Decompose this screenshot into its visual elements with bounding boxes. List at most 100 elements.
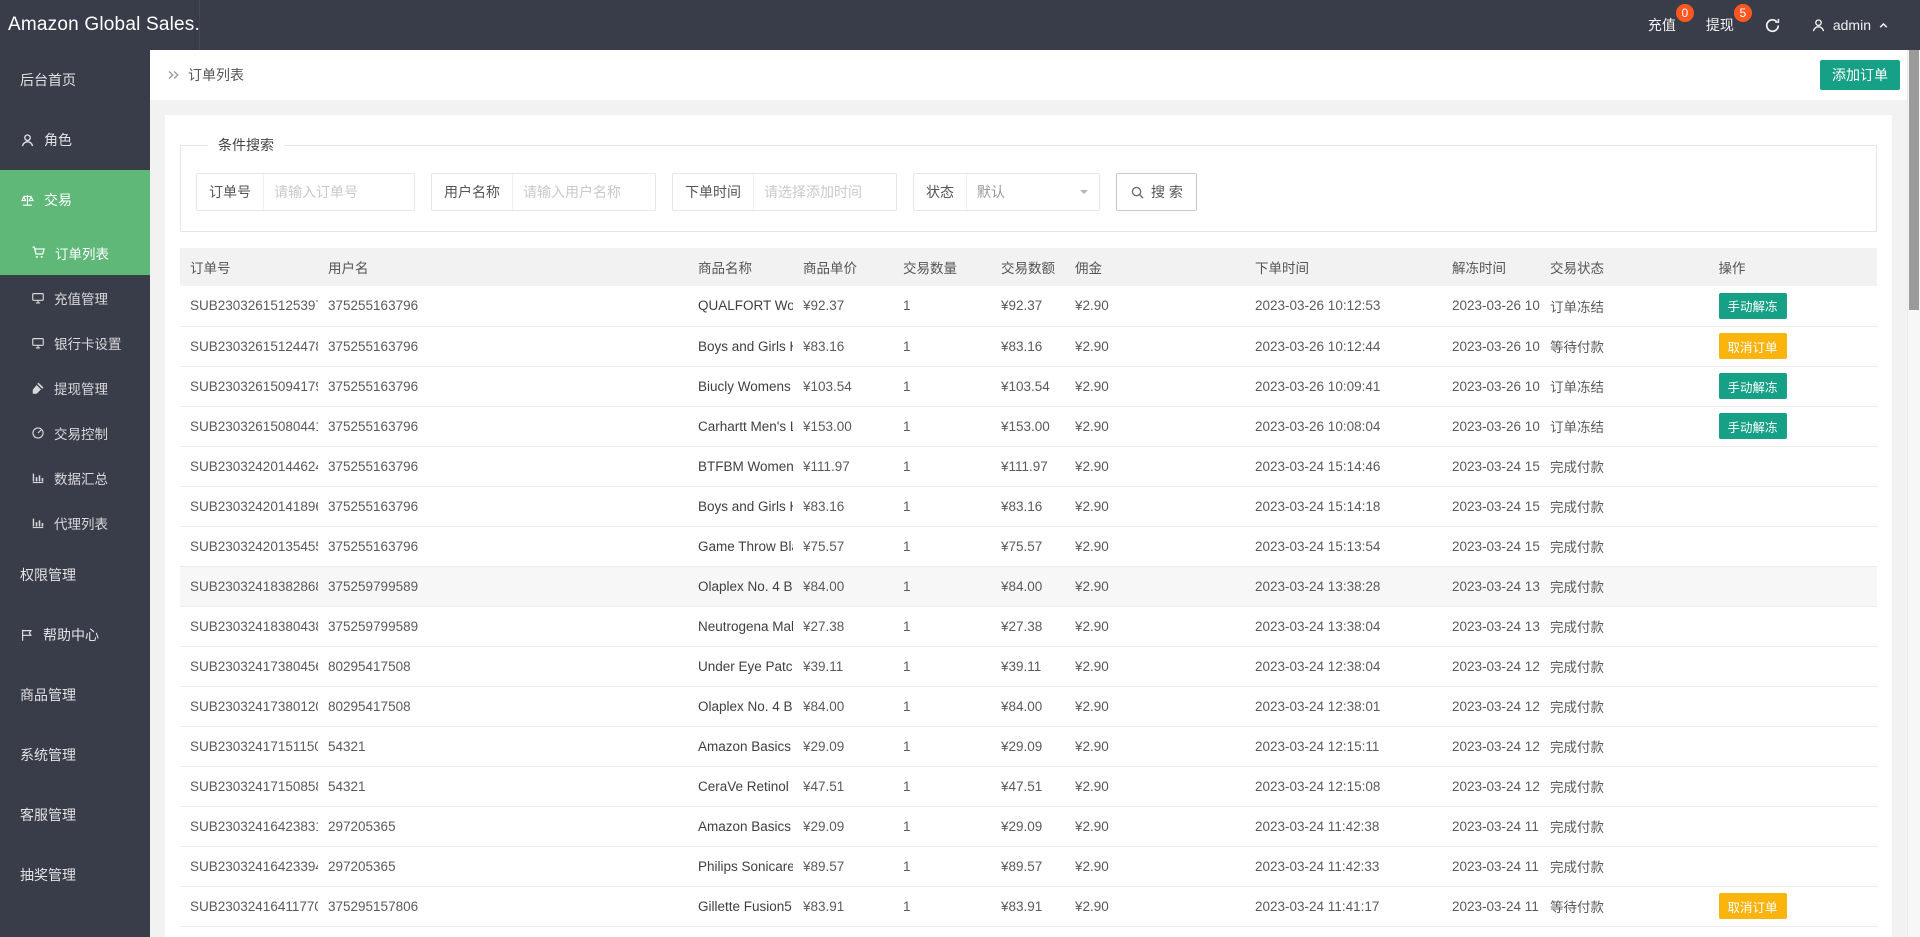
cell-order-id: SUB230324183828687	[180, 566, 318, 607]
sidebar-item[interactable]: 商品管理	[0, 665, 150, 725]
cell-username: 80295417508	[318, 686, 688, 727]
table-row: SUB230324201446246 375255163796 BTFBM Wo…	[180, 446, 1877, 487]
cell-unfreeze-time: 2023-03-26 10:10:59	[1442, 366, 1540, 407]
gauge-icon	[31, 426, 45, 440]
cell-unit-price: ¥111.97	[793, 446, 893, 487]
column-header: 交易状态	[1540, 248, 1709, 286]
cell-action	[1708, 566, 1877, 607]
sidebar-item[interactable]: 充值管理	[0, 275, 150, 320]
cell-status: 完成付款	[1540, 926, 1709, 937]
cell-quantity: 1	[893, 646, 991, 687]
row-action-button[interactable]: 取消订单	[1718, 333, 1787, 359]
cell-order-time: 2023-03-24 15:13:54	[1245, 526, 1442, 567]
sidebar-item-label: 数据汇总	[54, 471, 108, 487]
cell-order-id: SUB230324164238314	[180, 806, 318, 847]
scrollbar-thumb[interactable]	[1909, 50, 1919, 310]
order-time-input[interactable]	[754, 174, 896, 210]
cell-amount: ¥39.11	[991, 646, 1065, 687]
table-row: SUB230324201418967 375255163796 Boys and…	[180, 486, 1877, 527]
cell-username: 375295157806	[318, 886, 688, 927]
cell-unfreeze-time: 2023-03-24 15:16:10	[1442, 486, 1540, 527]
cell-order-id: SUB230324173804565	[180, 646, 318, 687]
row-action-button[interactable]: 手动解冻	[1718, 413, 1787, 439]
orders-table: 订单号 用户名 商品名称 商品单价 交易数量 交易数额 佣金 下单时间 解冻时间…	[180, 248, 1877, 937]
status-select-value: 默认	[977, 184, 1005, 200]
cell-username: 375255163796	[318, 406, 688, 447]
refresh-button[interactable]	[1749, 0, 1796, 50]
cell-product-name: QUALFORT Women's Cardigan Sweater 100%	[688, 286, 793, 327]
sidebar-item[interactable]: 交易	[0, 170, 150, 230]
column-header: 交易数量	[893, 248, 991, 286]
cell-amount: ¥84.00	[991, 926, 1065, 937]
cell-unit-price: ¥47.51	[793, 766, 893, 807]
row-action-button[interactable]: 手动解冻	[1718, 292, 1787, 319]
cell-product-name: Olaplex No. 4 Bond Maintenance Shampoo	[688, 686, 793, 727]
username: admin	[1832, 17, 1871, 33]
cell-product-name: Boys and Girls Hoodie Pullover Sweatshir…	[688, 486, 793, 527]
sidebar-item[interactable]: 银行卡设置	[0, 320, 150, 365]
cell-order-time: 2023-03-24 11:41:17	[1245, 886, 1442, 927]
cell-unit-price: ¥84.00	[793, 686, 893, 727]
caret-down-icon	[1079, 187, 1089, 197]
table-row: SUB230324164117708 375295157806 Gillette…	[180, 886, 1877, 927]
search-fieldset: 条件搜索 订单号 用户名称 下单时间	[180, 135, 1877, 232]
sidebar-item[interactable]: 客服管理	[0, 785, 150, 845]
cell-status: 完成付款	[1540, 766, 1709, 807]
cell-order-id: SUB230324171511506	[180, 726, 318, 767]
scrollbar[interactable]	[1907, 50, 1920, 937]
sidebar-item[interactable]: 交易控制	[0, 410, 150, 455]
user-menu[interactable]: admin	[1796, 0, 1904, 50]
cart-icon	[31, 245, 46, 260]
table-row: SUB230324164233944 297205365 Philips Son…	[180, 846, 1877, 887]
cell-amount: ¥111.97	[991, 446, 1065, 487]
cell-action	[1708, 606, 1877, 647]
sidebar-item[interactable]: 角色	[0, 110, 150, 170]
cell-status: 订单冻结	[1540, 286, 1709, 327]
withdraw-menu[interactable]: 提现 5	[1691, 0, 1752, 50]
cell-quantity: 1	[893, 526, 991, 567]
filter-row: 订单号 用户名称 下单时间 状态	[196, 173, 1861, 211]
search-button[interactable]: 搜 索	[1116, 173, 1197, 211]
cell-commission: ¥2.90	[1065, 686, 1245, 727]
row-action-button[interactable]: 手动解冻	[1718, 373, 1787, 399]
cell-order-time: 2023-03-24 15:14:46	[1245, 446, 1442, 487]
cell-product-name: Under Eye Patches (20 Pairs) - Gold Unde…	[688, 646, 793, 687]
flag-icon	[20, 628, 34, 642]
cell-action	[1708, 526, 1877, 567]
cell-username: 297205365	[318, 806, 688, 847]
cell-order-time: 2023-03-24 15:14:18	[1245, 486, 1442, 527]
sidebar-item[interactable]: 代理列表	[0, 500, 150, 545]
cell-username: 375255163796	[318, 446, 688, 487]
sidebar-item[interactable]: 提现管理	[0, 365, 150, 410]
cell-unit-price: ¥84.00	[793, 566, 893, 607]
status-select[interactable]: 默认	[967, 174, 1099, 210]
search-button-label: 搜 索	[1151, 184, 1183, 200]
sidebar-item[interactable]: 帮助中心	[0, 605, 150, 665]
cell-status: 等待付款	[1540, 326, 1709, 367]
main-area: 订单列表 添加订单 条件搜索 订单号 用户名称	[150, 50, 1920, 937]
recharge-label: 充值	[1647, 17, 1676, 33]
sidebar-item-label: 帮助中心	[43, 627, 99, 643]
sidebar-item[interactable]: 数据汇总	[0, 455, 150, 500]
cell-order-id: SUB230324201418967	[180, 486, 318, 527]
row-action-button[interactable]: 取消订单	[1718, 893, 1787, 919]
sidebar-item[interactable]: 订单列表	[0, 230, 150, 275]
add-order-button[interactable]: 添加订单	[1820, 60, 1900, 90]
order-id-input[interactable]	[264, 174, 414, 210]
sidebar-item-label: 提现管理	[54, 381, 108, 397]
column-header: 佣金	[1065, 248, 1245, 286]
sidebar-item[interactable]: 系统管理	[0, 725, 150, 785]
cell-quantity: 1	[893, 726, 991, 767]
sidebar-item[interactable]: 抽奖管理	[0, 845, 150, 905]
cell-username: 54321	[318, 766, 688, 807]
cell-amount: ¥89.57	[991, 846, 1065, 887]
cell-unfreeze-time: 2023-03-24 11:43:48	[1442, 806, 1540, 847]
sidebar-item[interactable]: 权限管理	[0, 545, 150, 605]
recharge-menu[interactable]: 充值 0	[1633, 0, 1694, 50]
order-time-filter: 下单时间	[672, 173, 897, 211]
cell-commission: ¥2.90	[1065, 406, 1245, 447]
cell-username: 54321	[318, 726, 688, 767]
username-input[interactable]	[513, 174, 655, 210]
cell-action	[1708, 926, 1877, 937]
sidebar-item[interactable]: 后台首页	[0, 50, 150, 110]
